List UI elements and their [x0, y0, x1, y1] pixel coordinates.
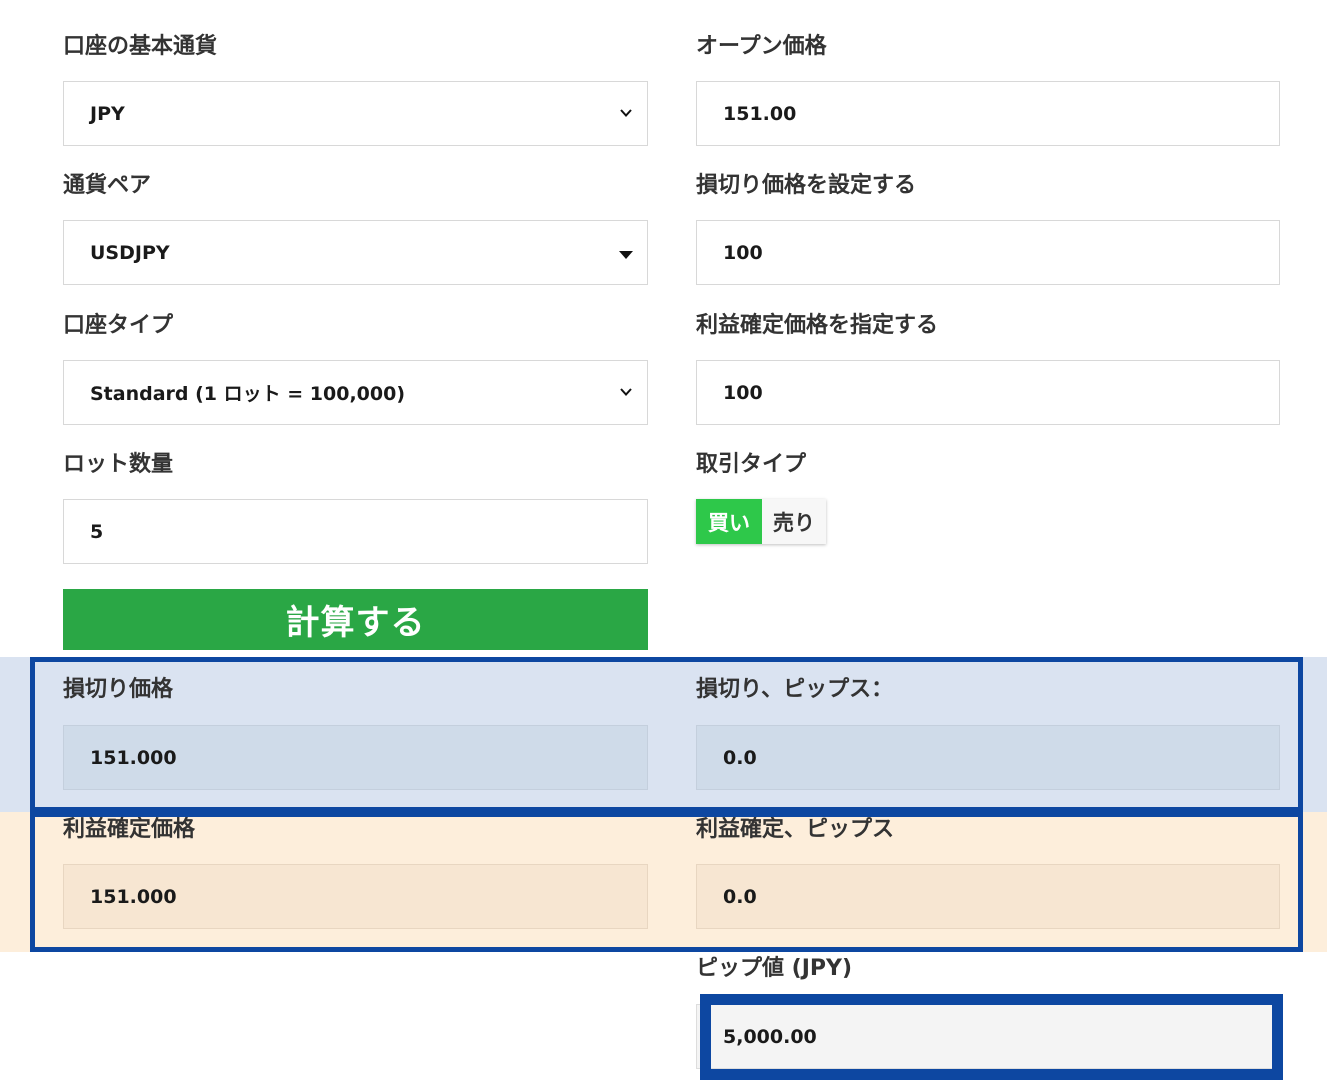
lot-size-label: ロット数量: [63, 452, 174, 477]
account-type-select[interactable]: Standard (1 ロット = 100,000): [63, 360, 648, 425]
stop-loss-input[interactable]: 100: [696, 220, 1280, 285]
pip-value-value: 5,000.00: [723, 1025, 817, 1048]
base-currency-select[interactable]: JPY: [63, 81, 648, 146]
take-profit-pips-label: 利益確定、ピップス: [696, 817, 895, 842]
take-profit-label: 利益確定価格を指定する: [696, 313, 939, 338]
account-type-value: Standard (1 ロット = 100,000): [90, 383, 406, 405]
currency-pair-label: 通貨ペア: [63, 173, 152, 198]
account-type-label: 口座タイプ: [63, 313, 174, 338]
trade-type-toggle[interactable]: 買い 売り: [696, 499, 826, 544]
stop-loss-value: 100: [723, 241, 763, 264]
stop-loss-label: 損切り価格を設定する: [696, 173, 917, 198]
lot-size-input[interactable]: 5: [63, 499, 648, 564]
calculate-button[interactable]: 計算する: [63, 589, 648, 650]
buy-option[interactable]: 買い: [696, 499, 762, 544]
pip-value-output: 5,000.00: [696, 1004, 1280, 1069]
chevron-down-icon: [620, 388, 632, 396]
take-profit-value: 100: [723, 381, 763, 404]
stop-loss-price-label: 損切り価格: [63, 677, 174, 702]
take-profit-pips-output: 0.0: [696, 864, 1280, 929]
take-profit-price-value: 151.000: [90, 885, 177, 908]
open-price-label: オープン価格: [696, 34, 827, 59]
trade-type-label: 取引タイプ: [696, 452, 807, 477]
stop-loss-price-output: 151.000: [63, 725, 648, 790]
stop-loss-pips-output: 0.0: [696, 725, 1280, 790]
stop-loss-price-value: 151.000: [90, 746, 177, 769]
lot-size-value: 5: [90, 520, 104, 543]
open-price-input[interactable]: 151.00: [696, 81, 1280, 146]
sell-option[interactable]: 売り: [762, 499, 826, 544]
base-currency-label: 口座の基本通貨: [63, 34, 218, 59]
stop-loss-pips-label: 損切り、ピップス：: [696, 677, 894, 702]
open-price-value: 151.00: [723, 102, 797, 125]
take-profit-price-output: 151.000: [63, 864, 648, 929]
stop-loss-pips-value: 0.0: [723, 746, 757, 769]
pip-value-label: ピップ値 (JPY): [696, 956, 853, 981]
triangle-down-icon: [619, 251, 633, 259]
currency-pair-value: USDJPY: [90, 241, 170, 264]
take-profit-pips-value: 0.0: [723, 885, 757, 908]
base-currency-value: JPY: [90, 102, 125, 125]
currency-pair-select[interactable]: USDJPY: [63, 220, 648, 285]
take-profit-price-label: 利益確定価格: [63, 817, 196, 842]
chevron-down-icon: [620, 109, 632, 117]
take-profit-input[interactable]: 100: [696, 360, 1280, 425]
